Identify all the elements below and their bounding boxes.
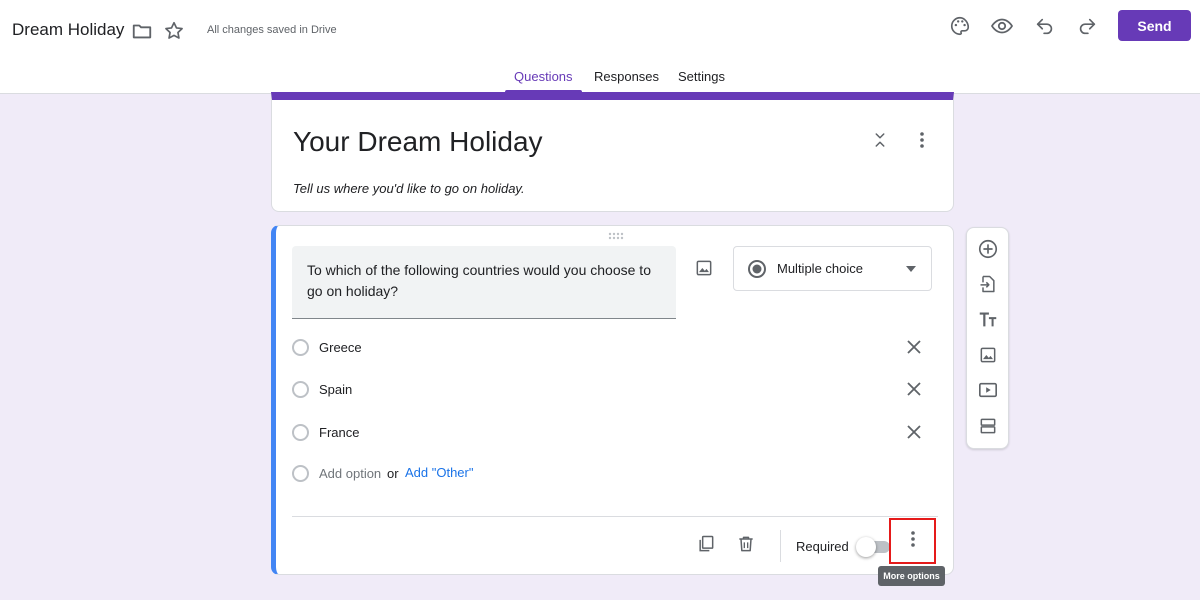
folder-icon[interactable] xyxy=(130,19,154,43)
add-title-icon[interactable] xyxy=(976,308,1000,332)
footer-separator xyxy=(780,530,781,562)
option-radio xyxy=(292,465,309,482)
side-toolbar xyxy=(966,227,1009,449)
option-item[interactable]: France xyxy=(292,418,932,446)
footer-divider xyxy=(292,516,938,517)
required-toggle[interactable] xyxy=(856,537,890,557)
or-text: or xyxy=(387,466,399,481)
more-options-button[interactable] xyxy=(889,518,936,564)
caret-down-icon xyxy=(902,260,920,278)
star-icon[interactable] xyxy=(162,19,186,43)
add-other-link[interactable]: Add "Other" xyxy=(405,465,474,480)
add-section-icon[interactable] xyxy=(976,414,1000,438)
more-vert-icon[interactable] xyxy=(910,128,934,152)
form-description[interactable]: Tell us where you'd like to go on holida… xyxy=(293,181,525,196)
trash-icon[interactable] xyxy=(734,532,758,556)
send-button[interactable]: Send xyxy=(1118,10,1191,41)
document-title[interactable]: Dream Holiday xyxy=(12,20,124,40)
question-type-dropdown[interactable]: Multiple choice xyxy=(733,246,932,291)
tab-settings[interactable]: Settings xyxy=(678,69,725,84)
image-icon[interactable] xyxy=(692,256,716,280)
option-item[interactable]: Spain xyxy=(292,375,932,403)
remove-option-icon[interactable] xyxy=(902,335,926,359)
tab-questions[interactable]: Questions xyxy=(514,69,573,84)
required-label: Required xyxy=(796,539,849,554)
question-type-label: Multiple choice xyxy=(777,261,863,276)
form-header-card[interactable]: Your Dream Holiday Tell us where you'd l… xyxy=(271,92,954,212)
redo-icon[interactable] xyxy=(1074,13,1100,39)
remove-option-icon[interactable] xyxy=(902,377,926,401)
form-title[interactable]: Your Dream Holiday xyxy=(293,126,543,158)
collapse-icon[interactable] xyxy=(868,128,892,152)
drag-handle-icon[interactable] xyxy=(604,230,628,242)
import-questions-icon[interactable] xyxy=(976,272,1000,296)
remove-option-icon[interactable] xyxy=(902,420,926,444)
palette-icon[interactable] xyxy=(947,13,973,39)
duplicate-icon[interactable] xyxy=(694,532,718,556)
undo-icon[interactable] xyxy=(1032,13,1058,39)
option-label[interactable]: Spain xyxy=(319,382,352,397)
add-option-input[interactable]: Add option xyxy=(319,466,381,481)
option-radio xyxy=(292,339,309,356)
more-vert-icon xyxy=(910,530,916,553)
top-bar: Dream Holiday All changes saved in Drive… xyxy=(0,0,1200,94)
toggle-thumb xyxy=(856,537,876,557)
question-card[interactable]: To which of the following countries woul… xyxy=(271,225,954,575)
more-options-tooltip: More options xyxy=(878,566,945,586)
option-label[interactable]: France xyxy=(319,425,359,440)
tab-responses[interactable]: Responses xyxy=(594,69,659,84)
option-label[interactable]: Greece xyxy=(319,340,362,355)
save-status-text: All changes saved in Drive xyxy=(207,24,337,36)
add-option-row: Add option or Add "Other" xyxy=(292,459,932,487)
option-radio xyxy=(292,381,309,398)
add-question-icon[interactable] xyxy=(976,237,1000,261)
question-title-input[interactable]: To which of the following countries woul… xyxy=(292,246,676,319)
option-radio xyxy=(292,424,309,441)
preview-eye-icon[interactable] xyxy=(989,13,1015,39)
add-video-icon[interactable] xyxy=(976,378,1000,402)
option-item[interactable]: Greece xyxy=(292,333,932,361)
radio-button-icon xyxy=(746,258,768,280)
form-tabs: Questions Responses Settings xyxy=(0,62,1200,94)
add-image-icon[interactable] xyxy=(976,343,1000,367)
